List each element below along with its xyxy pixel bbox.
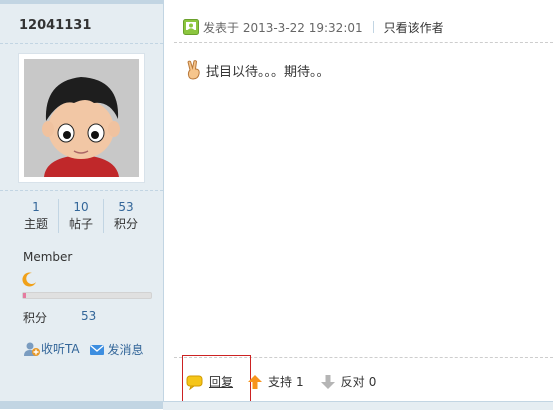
author-sidebar: 12041131 1 主题 10 帖子 53 积分 Member 积分 53 收… [0, 0, 164, 409]
stat-posts[interactable]: 10 帖子 [59, 199, 104, 233]
thumb-up-arrow-icon [247, 374, 263, 390]
reply-icon [186, 374, 204, 390]
sidebar-divider [0, 43, 163, 44]
follow-label[interactable]: 收听TA [41, 340, 80, 357]
post-message: 拭目以待。。。期待。。 [206, 64, 330, 80]
stat-threads-value[interactable]: 1 [14, 199, 58, 216]
reply-button[interactable]: 回复 [186, 373, 233, 390]
stat-threads-label: 主题 [23, 217, 48, 231]
sidebar-bottom-border [0, 401, 163, 409]
author-stats: 1 主题 10 帖子 53 积分 [14, 199, 148, 233]
victory-hand-icon [185, 60, 203, 80]
sidebar-top-border [0, 0, 163, 4]
oppose-button[interactable]: 反对 0 [320, 373, 377, 390]
view-author-only-link[interactable]: 只看该作者 [384, 19, 444, 36]
avatar[interactable] [18, 53, 145, 183]
follow-icon [23, 341, 41, 357]
oppose-count: 0 [368, 374, 377, 389]
post-header-divider [174, 42, 553, 43]
header-separator [372, 21, 374, 33]
avatar-image [24, 59, 139, 177]
author-username[interactable]: 12041131 [19, 18, 91, 33]
support-button[interactable]: 支持 1 [247, 373, 304, 390]
stat-posts-value[interactable]: 10 [59, 199, 103, 216]
author-actions: 收听TA 发消息 [23, 340, 163, 360]
points-label: 积分 [23, 311, 48, 325]
post-timestamp: 发表于 2013-3-22 19:32:01 [203, 20, 363, 35]
points-value: 53 [81, 309, 97, 323]
support-count: 1 [296, 374, 304, 389]
support-label[interactable]: 支持 [268, 373, 292, 390]
post-header: 发表于 2013-3-22 19:32:01 只看该作者 [183, 17, 553, 37]
sidebar-divider [0, 190, 163, 191]
stat-points[interactable]: 53 积分 [104, 199, 148, 233]
user-rank: Member [23, 250, 73, 264]
stat-points-label: 积分 [113, 217, 138, 231]
follow-button[interactable]: 收听TA [23, 340, 80, 357]
stat-threads[interactable]: 1 主题 [14, 199, 59, 233]
stat-posts-label: 帖子 [68, 217, 93, 231]
oppose-label[interactable]: 反对 [341, 373, 365, 390]
credit-progress-fill [23, 293, 26, 298]
post-actions: 回复 支持 1 反对 0 [186, 373, 376, 390]
online-status-icon [183, 19, 199, 35]
stat-points-value[interactable]: 53 [104, 199, 148, 216]
credit-progress-bar [22, 292, 152, 299]
thumb-down-arrow-icon [320, 374, 336, 390]
forum-post: 12041131 1 主题 10 帖子 53 积分 Member 积分 53 收… [0, 0, 553, 410]
post-content: 拭目以待。。。期待。。 [185, 60, 330, 80]
envelope-icon [89, 343, 105, 357]
send-message-button[interactable]: 发消息 [89, 341, 143, 358]
reply-label[interactable]: 回复 [209, 373, 233, 390]
points-row: 积分 53 [23, 309, 143, 326]
send-message-label[interactable]: 发消息 [107, 341, 143, 358]
moon-icon [22, 271, 38, 287]
